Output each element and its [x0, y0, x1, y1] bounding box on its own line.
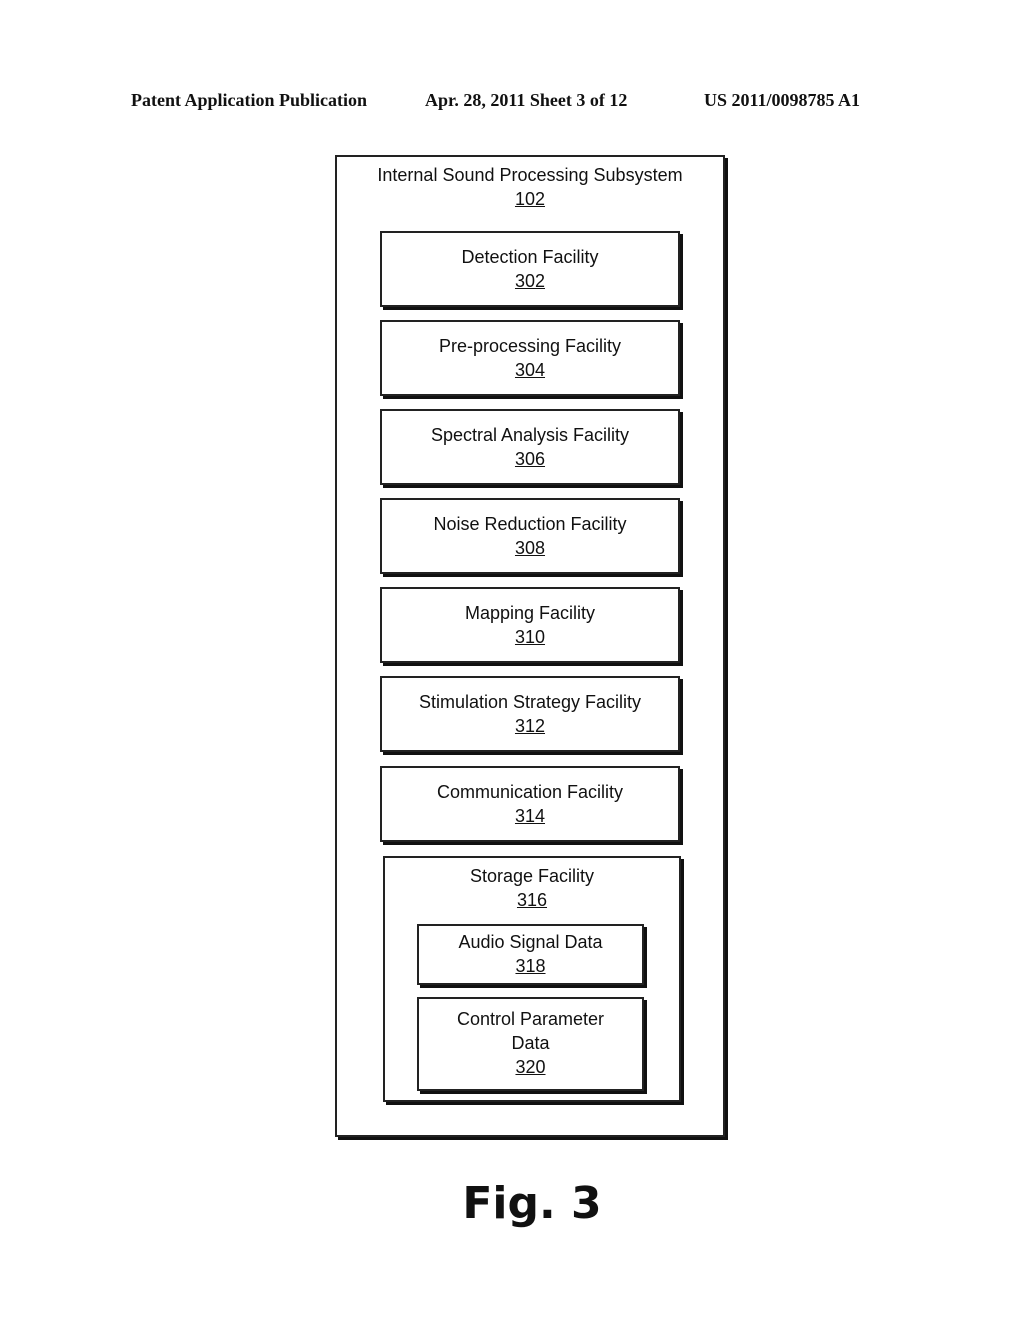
communication-facility: Communication Facility 314 — [380, 766, 680, 842]
control-parameter-data: Control Parameter Data 320 — [417, 997, 644, 1091]
subsystem-ref: 102 — [514, 189, 546, 209]
subsystem-label: Internal Sound Processing Subsystem — [377, 165, 683, 185]
data-label: Audio Signal Data — [458, 932, 603, 952]
facility-label: Spectral Analysis Facility — [430, 425, 630, 445]
data-label-line1: Control Parameter — [456, 1009, 605, 1029]
header-date-sheet: Apr. 28, 2011 Sheet 3 of 12 — [425, 90, 628, 110]
noise-reduction-facility: Noise Reduction Facility 308 — [380, 498, 680, 574]
data-ref: 320 — [515, 1057, 546, 1077]
spectral-analysis-facility: Spectral Analysis Facility 306 — [380, 409, 680, 485]
figure-label: Fig. 3 — [462, 1178, 602, 1229]
audio-signal-data: Audio Signal Data 318 — [417, 924, 644, 985]
facility-ref: 314 — [514, 806, 546, 826]
header-patent-number: US 2011/0098785 A1 — [704, 90, 861, 110]
facility-ref: 308 — [514, 538, 546, 558]
facility-ref: 306 — [514, 449, 546, 469]
facility-label: Communication Facility — [436, 782, 624, 802]
data-label-line2: Data — [511, 1033, 550, 1053]
facility-ref: 302 — [514, 271, 546, 291]
facility-label: Mapping Facility — [464, 603, 596, 623]
facility-label: Detection Facility — [461, 247, 599, 267]
facility-label: Stimulation Strategy Facility — [418, 692, 642, 712]
facility-ref: 304 — [514, 360, 546, 380]
header-publication-type: Patent Application Publication — [131, 90, 368, 110]
data-ref: 318 — [515, 956, 546, 976]
facility-label: Pre-processing Facility — [438, 336, 622, 356]
storage-ref: 316 — [516, 890, 548, 910]
pre-processing-facility: Pre-processing Facility 304 — [380, 320, 680, 396]
facility-ref: 312 — [514, 716, 546, 736]
facility-label: Noise Reduction Facility — [433, 514, 627, 534]
facility-ref: 310 — [514, 627, 546, 647]
stimulation-strategy-facility: Stimulation Strategy Facility 312 — [380, 676, 680, 752]
mapping-facility: Mapping Facility 310 — [380, 587, 680, 663]
detection-facility: Detection Facility 302 — [380, 231, 680, 307]
storage-label: Storage Facility — [469, 866, 595, 886]
